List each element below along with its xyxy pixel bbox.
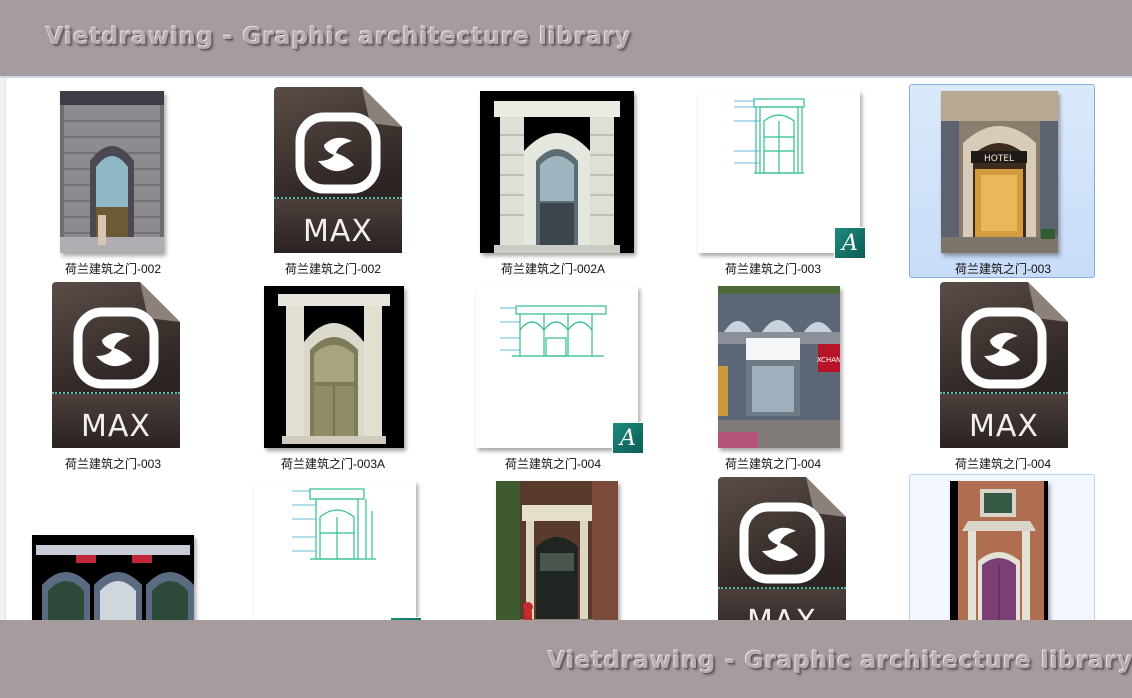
file-tile[interactable]: 荷兰建筑之门-002 [19, 84, 205, 278]
cad-drawing-thumbnail: A [698, 91, 866, 259]
file-name: 荷兰建筑之门-004 [954, 457, 1052, 471]
file-tile[interactable]: A 荷兰建筑之门-003 [679, 84, 866, 278]
shop-sign: XCHAN [817, 356, 840, 364]
file-name: 荷兰建筑之门-002A [500, 262, 606, 276]
max-label: MAX [969, 409, 1039, 444]
cad-drawing-thumbnail: A [476, 286, 644, 454]
door-render-thumbnail [480, 91, 634, 253]
max-file-icon: MAX [718, 477, 846, 620]
autocad-badge-icon: A [834, 227, 866, 259]
storefront-photo-thumbnail: XCHAN [718, 286, 840, 448]
max-label: MAX [81, 409, 151, 444]
file-name: 荷兰建筑之门-004 [724, 457, 822, 471]
autocad-badge-icon: A [612, 422, 644, 454]
file-tile-hover[interactable] [909, 474, 1095, 620]
bottom-banner-text: Vietdrawing - Graphic architecture libra… [548, 648, 1132, 674]
max-label: MAX [718, 604, 846, 620]
file-tile-selected[interactable]: HOTEL 荷兰建筑之门-003 [909, 84, 1095, 278]
file-tile[interactable]: XCHAN 荷兰建筑之门-004 [679, 279, 865, 473]
file-tile[interactable]: A 荷兰建筑之门-004 [459, 279, 645, 473]
file-tile[interactable]: MAX [679, 474, 865, 620]
top-banner: Vietdrawing - Graphic architecture libra… [0, 0, 1132, 76]
file-tile[interactable]: MAX 荷兰建筑之门-002 [239, 84, 425, 278]
max-file-icon: MAX [52, 282, 180, 448]
building-photo-thumbnail [60, 91, 164, 253]
hotel-sign: HOTEL [984, 154, 1014, 164]
file-tile[interactable] [19, 474, 205, 620]
file-tile[interactable]: A [239, 474, 425, 620]
max-file-icon: MAX [274, 87, 402, 253]
file-explorer-view[interactable]: 荷兰建筑之门-002 MAX 荷兰建筑之门-002 荷兰建筑之门-002A A … [0, 76, 1132, 620]
file-name: 荷兰建筑之门-003 [724, 262, 822, 276]
max-file-icon: MAX [940, 282, 1068, 448]
file-name: 荷兰建筑之门-003 [954, 262, 1052, 276]
arcade-render-thumbnail [32, 535, 194, 620]
file-name: 荷兰建筑之门-002 [284, 262, 382, 276]
door-render-thumbnail [264, 286, 404, 448]
file-tile[interactable]: 荷兰建筑之门-002A [459, 84, 645, 278]
scrollbar-edge[interactable] [0, 78, 6, 620]
max-label: MAX [303, 214, 373, 249]
bottom-banner: Vietdrawing - Graphic architecture libra… [0, 620, 1132, 698]
top-banner-text: Vietdrawing - Graphic architecture libra… [46, 24, 632, 50]
file-tile[interactable] [459, 474, 645, 620]
file-tile[interactable]: MAX 荷兰建筑之门-004 [909, 279, 1095, 473]
file-tile[interactable]: 荷兰建筑之门-003A [239, 279, 425, 473]
file-name: 荷兰建筑之门-004 [504, 457, 602, 471]
cad-drawing-thumbnail: A [254, 481, 422, 620]
doorway-photo-thumbnail [496, 481, 618, 620]
file-tile[interactable]: MAX 荷兰建筑之门-003 [19, 279, 205, 473]
file-name: 荷兰建筑之门-003A [280, 457, 386, 471]
file-name: 荷兰建筑之门-003 [64, 457, 162, 471]
hotel-photo-thumbnail: HOTEL [941, 91, 1058, 253]
door-render-thumbnail [950, 481, 1048, 620]
file-name: 荷兰建筑之门-002 [64, 262, 162, 276]
